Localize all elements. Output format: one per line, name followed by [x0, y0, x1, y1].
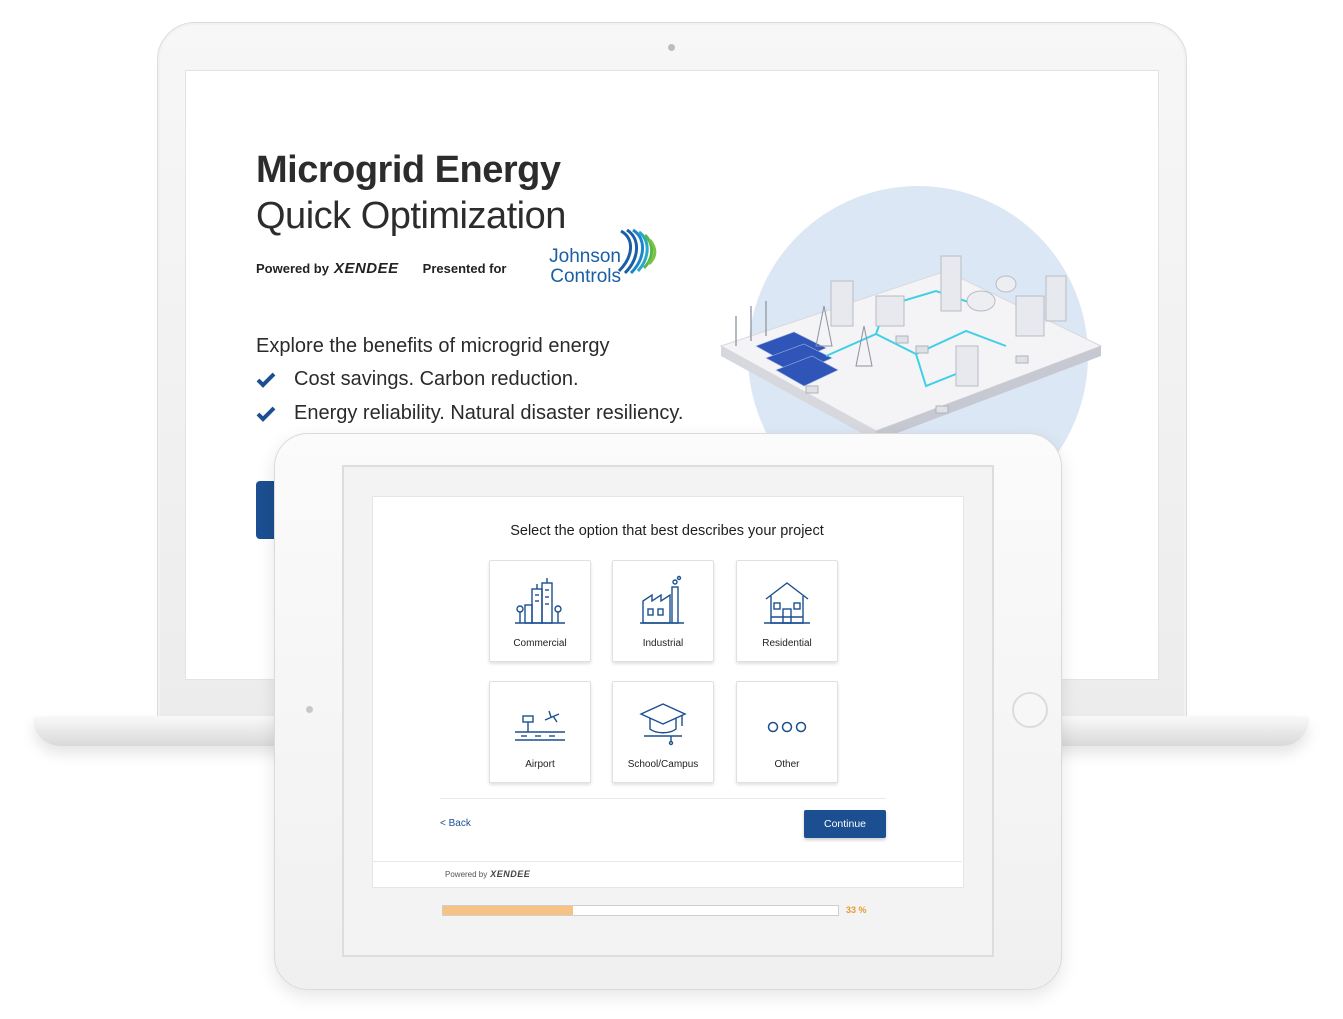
xendee-logo: XENDEE: [333, 260, 399, 277]
microgrid-illustration: [719, 255, 1103, 441]
option-residential[interactable]: Residential: [736, 560, 838, 662]
option-label: Industrial: [642, 638, 684, 649]
airport-icon: [515, 710, 565, 741]
progress-bar: [442, 905, 839, 916]
benefit-text: Cost savings. Carbon reduction.: [294, 368, 579, 390]
presented-for-label: Presented for: [422, 261, 507, 276]
option-label: Other: [774, 759, 800, 770]
tablet-camera: [306, 706, 313, 713]
option-school-campus[interactable]: School/Campus: [612, 681, 714, 783]
client-logo-text: Johnson Controls: [526, 247, 621, 287]
factory-icon: [640, 575, 684, 624]
checkmark-icon: [256, 372, 276, 388]
city-buildings-icon: [515, 578, 565, 624]
powered-by-label: Powered by: [256, 261, 329, 276]
footer-divider: [372, 861, 962, 862]
card-footer: Powered by XENDEE: [445, 869, 530, 879]
graduation-cap-icon: [639, 703, 687, 746]
option-industrial[interactable]: Industrial: [612, 560, 714, 662]
divider: [440, 798, 886, 799]
back-link[interactable]: < Back: [440, 818, 471, 829]
option-label: Residential: [762, 638, 812, 649]
powered-by-row: Powered by XENDEE Presented for: [256, 260, 506, 277]
benefit-text: Energy reliability. Natural disaster res…: [294, 402, 684, 424]
johnson-controls-logo: Johnson Controls: [526, 227, 661, 289]
option-other[interactable]: Other: [736, 681, 838, 783]
benefit-item: Energy reliability. Natural disaster res…: [256, 402, 683, 425]
continue-button[interactable]: Continue: [804, 810, 886, 838]
question-heading: Select the option that best describes yo…: [510, 523, 824, 539]
checkmark-icon: [256, 406, 276, 422]
client-logo-line2: Controls: [550, 266, 621, 287]
option-commercial[interactable]: Commercial: [489, 560, 591, 662]
footer-powered-label: Powered by: [445, 869, 488, 879]
progress-percentage: 33 %: [846, 905, 867, 915]
intro-text: Explore the benefits of microgrid energy: [256, 335, 610, 357]
benefit-item: Cost savings. Carbon reduction.: [256, 368, 579, 391]
option-label: Commercial: [513, 638, 567, 649]
house-icon: [764, 582, 810, 624]
hero-title: Microgrid Energy: [256, 149, 561, 191]
client-logo-line1: Johnson: [549, 246, 621, 267]
laptop-camera: [668, 44, 675, 51]
hero-subtitle: Quick Optimization: [256, 195, 566, 237]
option-airport[interactable]: Airport: [489, 681, 591, 783]
johnson-controls-mark-icon: [617, 228, 657, 275]
tablet-home-button[interactable]: [1012, 692, 1048, 728]
more-dots-icon: [767, 721, 807, 733]
progress-fill: [443, 906, 574, 915]
option-label: Airport: [525, 759, 555, 770]
option-label: School/Campus: [627, 759, 699, 770]
footer-xendee-logo: XENDEE: [490, 869, 531, 879]
